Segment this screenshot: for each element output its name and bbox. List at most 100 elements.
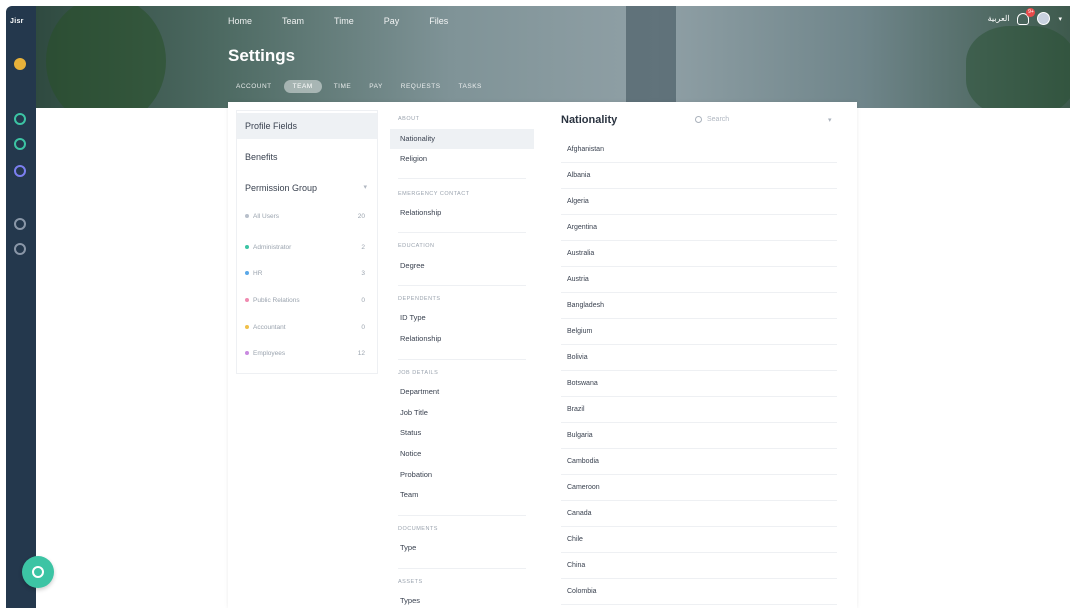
field-document-type[interactable]: Type <box>390 538 534 558</box>
field-department[interactable]: Department <box>390 382 534 402</box>
header-actions: العربية 9+ ▾ <box>988 7 1062 25</box>
field-nationality[interactable]: Nationality <box>390 129 534 149</box>
field-asset-types[interactable]: Types <box>390 591 534 608</box>
field-degree[interactable]: Degree <box>390 256 534 276</box>
list-item[interactable]: Canada <box>561 501 837 527</box>
menu-benefits[interactable]: Benefits <box>237 144 377 170</box>
permission-group-label: Permission Group <box>245 183 318 193</box>
list-item[interactable]: Cambodia <box>561 449 837 475</box>
list-item[interactable]: Cameroon <box>561 475 837 501</box>
group-name: Administrator <box>253 243 292 251</box>
nav-files[interactable]: Files <box>429 16 448 26</box>
help-chat-button[interactable] <box>22 556 54 588</box>
top-navigation: Home Team Time Pay Files <box>228 16 478 26</box>
list-item[interactable]: Argentina <box>561 215 837 241</box>
divider <box>398 515 526 516</box>
divider <box>398 359 526 360</box>
group-color-dot <box>245 244 249 249</box>
list-item[interactable]: Afghanistan <box>561 137 837 163</box>
group-name: Public Relations <box>253 296 300 304</box>
tab-team[interactable]: TEAM <box>283 80 322 93</box>
section-dependents: DEPENDENTS <box>398 296 441 302</box>
avatar[interactable] <box>1037 12 1051 25</box>
chat-bubble-icon <box>32 566 44 578</box>
nav-team[interactable]: Team <box>282 16 304 26</box>
menu-profile-fields[interactable]: Profile Fields <box>237 113 377 139</box>
brand-logo[interactable]: Jisr <box>10 18 24 25</box>
group-count: 20 <box>357 212 365 220</box>
divider <box>398 232 526 233</box>
app-sidebar: Jisr <box>6 6 36 608</box>
section-job-details: JOB DETAILS <box>398 370 439 376</box>
list-item[interactable]: Australia <box>561 241 837 267</box>
list-item[interactable]: Chile <box>561 527 837 553</box>
notification-badge: 9+ <box>1026 7 1036 17</box>
nav-time[interactable]: Time <box>334 16 354 26</box>
group-administrator[interactable]: Administrator 2 <box>237 238 377 256</box>
settings-icon[interactable] <box>14 243 26 255</box>
check-icon[interactable] <box>14 138 26 150</box>
field-status[interactable]: Status <box>390 423 534 443</box>
list-item[interactable]: Bulgaria <box>561 423 837 449</box>
group-count: 0 <box>361 323 365 331</box>
list-item[interactable]: Brazil <box>561 397 837 423</box>
field-notice[interactable]: Notice <box>390 444 534 464</box>
menu-permission-group[interactable]: Permission Group ▾ <box>237 175 377 201</box>
list-item[interactable]: Austria <box>561 267 837 293</box>
team-settings-menu: Profile Fields Benefits Permission Group… <box>236 110 378 374</box>
list-item[interactable]: China <box>561 553 837 579</box>
group-color-dot <box>245 270 249 275</box>
bell-icon[interactable]: 9+ <box>1017 7 1036 25</box>
chat-icon[interactable] <box>14 218 26 230</box>
nav-pay[interactable]: Pay <box>384 16 400 26</box>
tab-requests[interactable]: REQUESTS <box>401 83 441 90</box>
field-relationship[interactable]: Relationship <box>390 203 534 223</box>
section-about: ABOUT <box>398 116 420 122</box>
group-name: Accountant <box>253 323 286 331</box>
tab-tasks[interactable]: TASKS <box>459 83 482 90</box>
info-icon[interactable] <box>14 165 26 177</box>
list-item[interactable]: Algeria <box>561 189 837 215</box>
group-public-relations[interactable]: Public Relations 0 <box>237 291 377 309</box>
language-switch[interactable]: العربية <box>988 14 1010 23</box>
header-banner <box>36 6 1070 108</box>
search-input[interactable]: Search <box>695 116 729 123</box>
settings-tabs: ACCOUNT TEAM TIME PAY REQUESTS TASKS <box>236 80 500 93</box>
clock-icon[interactable] <box>14 113 26 125</box>
tab-account[interactable]: ACCOUNT <box>236 83 272 90</box>
page-title: Settings <box>228 46 296 65</box>
group-employees[interactable]: Employees 12 <box>237 344 377 362</box>
field-job-title[interactable]: Job Title <box>390 403 534 423</box>
group-count: 3 <box>361 269 365 277</box>
group-count: 0 <box>361 296 365 304</box>
field-id-type[interactable]: ID Type <box>390 308 534 328</box>
list-item[interactable]: Albania <box>561 163 837 189</box>
list-item[interactable]: Bangladesh <box>561 293 837 319</box>
list-item[interactable]: Colombia <box>561 579 837 605</box>
group-color-dot <box>245 350 249 355</box>
field-probation[interactable]: Probation <box>390 465 534 485</box>
list-item[interactable]: Botswana <box>561 371 837 397</box>
divider <box>398 178 526 179</box>
field-team[interactable]: Team <box>390 485 534 505</box>
tab-time[interactable]: TIME <box>334 83 352 90</box>
chevron-down-icon[interactable]: ▾ <box>828 116 832 124</box>
group-color-dot <box>245 324 249 329</box>
divider <box>398 568 526 569</box>
group-accountant[interactable]: Accountant 0 <box>237 318 377 336</box>
group-count: 12 <box>357 349 365 357</box>
search-icon <box>695 116 702 123</box>
field-dependent-relationship[interactable]: Relationship <box>390 329 534 349</box>
group-hr[interactable]: HR 3 <box>237 264 377 282</box>
nav-home[interactable]: Home <box>228 16 252 26</box>
chevron-down-icon: ▾ <box>363 184 367 191</box>
spark-icon[interactable] <box>14 58 26 70</box>
chevron-down-icon[interactable]: ▾ <box>1058 15 1062 23</box>
tab-pay[interactable]: PAY <box>369 83 383 90</box>
list-item[interactable]: Belgium <box>561 319 837 345</box>
group-all-users[interactable]: All Users 20 <box>237 207 377 225</box>
banner-plant-image <box>46 6 166 108</box>
list-item[interactable]: Bolivia <box>561 345 837 371</box>
field-religion[interactable]: Religion <box>390 149 534 169</box>
banner-plant-image-right <box>966 26 1070 108</box>
